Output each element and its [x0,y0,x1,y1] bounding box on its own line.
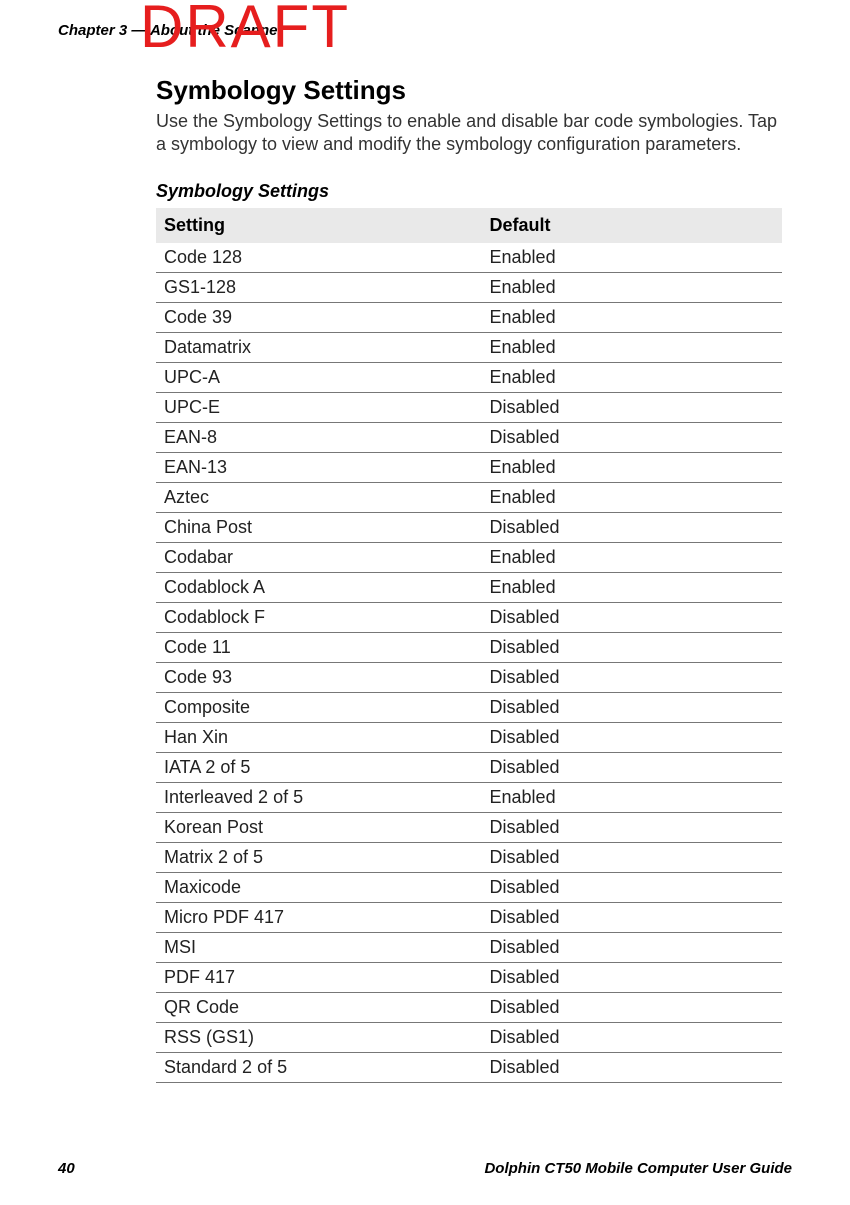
cell-setting: Maxicode [156,872,482,902]
table-row: MSIDisabled [156,932,782,962]
cell-default: Enabled [482,243,782,273]
cell-setting: Code 39 [156,302,482,332]
cell-default: Disabled [482,632,782,662]
cell-default: Disabled [482,602,782,632]
cell-default: Enabled [482,782,782,812]
cell-setting: Datamatrix [156,332,482,362]
table-row: Code 128Enabled [156,243,782,273]
table-row: CompositeDisabled [156,692,782,722]
table-row: Codablock AEnabled [156,572,782,602]
cell-setting: EAN-13 [156,452,482,482]
table-row: RSS (GS1)Disabled [156,1022,782,1052]
cell-setting: RSS (GS1) [156,1022,482,1052]
cell-default: Disabled [482,512,782,542]
cell-default: Enabled [482,482,782,512]
cell-setting: Matrix 2 of 5 [156,842,482,872]
cell-setting: Codablock A [156,572,482,602]
table-row: Code 11Disabled [156,632,782,662]
cell-default: Disabled [482,392,782,422]
table-row: China PostDisabled [156,512,782,542]
cell-setting: Code 11 [156,632,482,662]
cell-setting: Code 93 [156,662,482,692]
cell-default: Enabled [482,572,782,602]
cell-default: Disabled [482,1022,782,1052]
cell-default: Disabled [482,422,782,452]
symbology-table: Setting Default Code 128EnabledGS1-128En… [156,208,782,1083]
cell-default: Disabled [482,722,782,752]
cell-setting: Interleaved 2 of 5 [156,782,482,812]
guide-title: Dolphin CT50 Mobile Computer User Guide [484,1160,792,1177]
table-row: EAN-13Enabled [156,452,782,482]
cell-default: Disabled [482,1052,782,1082]
table-row: Micro PDF 417Disabled [156,902,782,932]
table-row: Codablock FDisabled [156,602,782,632]
table-row: DatamatrixEnabled [156,332,782,362]
cell-setting: PDF 417 [156,962,482,992]
table-header-setting: Setting [156,208,482,243]
cell-default: Enabled [482,362,782,392]
table-row: UPC-AEnabled [156,362,782,392]
table-row: PDF 417Disabled [156,962,782,992]
cell-setting: MSI [156,932,482,962]
cell-default: Disabled [482,842,782,872]
cell-setting: Han Xin [156,722,482,752]
cell-default: Disabled [482,902,782,932]
table-caption: Symbology Settings [156,181,782,202]
cell-default: Disabled [482,872,782,902]
cell-default: Disabled [482,992,782,1022]
table-row: QR CodeDisabled [156,992,782,1022]
table-row: Han XinDisabled [156,722,782,752]
table-row: Standard 2 of 5Disabled [156,1052,782,1082]
cell-default: Disabled [482,962,782,992]
table-row: MaxicodeDisabled [156,872,782,902]
cell-setting: Composite [156,692,482,722]
cell-setting: Korean Post [156,812,482,842]
cell-setting: UPC-A [156,362,482,392]
table-row: Korean PostDisabled [156,812,782,842]
section-description: Use the Symbology Settings to enable and… [156,110,782,157]
table-row: UPC-EDisabled [156,392,782,422]
table-row: AztecEnabled [156,482,782,512]
cell-setting: Codablock F [156,602,482,632]
cell-setting: Aztec [156,482,482,512]
chapter-header: Chapter 3 — About the Scanner [58,22,792,39]
table-row: IATA 2 of 5Disabled [156,752,782,782]
table-header-default: Default [482,208,782,243]
section-title: Symbology Settings [156,75,782,106]
page-number: 40 [58,1160,75,1177]
cell-setting: Micro PDF 417 [156,902,482,932]
table-row: Matrix 2 of 5Disabled [156,842,782,872]
cell-default: Enabled [482,332,782,362]
cell-default: Disabled [482,812,782,842]
cell-setting: EAN-8 [156,422,482,452]
cell-default: Enabled [482,452,782,482]
cell-setting: China Post [156,512,482,542]
table-row: Interleaved 2 of 5Enabled [156,782,782,812]
cell-default: Disabled [482,932,782,962]
cell-setting: Code 128 [156,243,482,273]
cell-default: Enabled [482,302,782,332]
table-row: EAN-8Disabled [156,422,782,452]
cell-setting: Standard 2 of 5 [156,1052,482,1082]
table-row: Code 39Enabled [156,302,782,332]
cell-default: Enabled [482,542,782,572]
cell-setting: Codabar [156,542,482,572]
cell-setting: UPC-E [156,392,482,422]
cell-default: Disabled [482,692,782,722]
cell-default: Disabled [482,662,782,692]
cell-setting: QR Code [156,992,482,1022]
cell-default: Disabled [482,752,782,782]
table-row: Code 93Disabled [156,662,782,692]
table-row: CodabarEnabled [156,542,782,572]
cell-default: Enabled [482,272,782,302]
table-row: GS1-128Enabled [156,272,782,302]
cell-setting: GS1-128 [156,272,482,302]
cell-setting: IATA 2 of 5 [156,752,482,782]
